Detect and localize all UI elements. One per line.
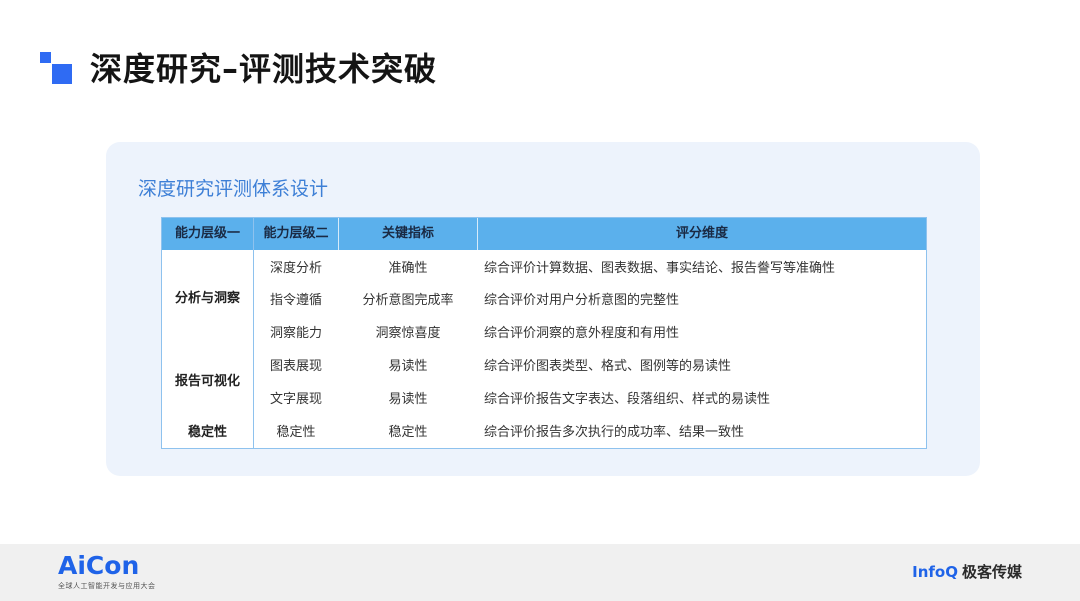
table-header-divider [338, 218, 339, 250]
table-cell-dimension: 综合评价对用户分析意图的完整性 [484, 293, 680, 308]
evaluation-table: 能力层级一 能力层级二 关键指标 评分维度 分析与洞察 报告可视化 稳定性 深度… [161, 217, 927, 449]
table-group-label: 稳定性 [187, 425, 227, 440]
aicon-logo-subtitle: 全球人工智能开发与应用大会 [58, 582, 156, 590]
table-cell-dimension: 综合评价报告文字表达、段落组织、样式的易读性 [484, 392, 771, 407]
table-cell-dimension: 综合评价计算数据、图表数据、事实结论、报告誊写等准确性 [484, 261, 836, 276]
table-cell-metric: 易读性 [388, 359, 428, 374]
table-cell-level2: 稳定性 [276, 425, 316, 440]
table-header-cell-metric: 关键指标 [381, 226, 434, 241]
table-cell-metric: 洞察惊喜度 [375, 326, 441, 341]
card-title: 深度研究评测体系设计 [138, 178, 329, 200]
table-cell-level2: 指令遵循 [269, 293, 322, 308]
table-cell-dimension: 综合评价洞察的意外程度和有用性 [484, 326, 680, 341]
table-cell-level2: 图表展现 [269, 359, 322, 374]
title-mark-small-square [40, 52, 51, 63]
table-header-divider [477, 218, 478, 250]
table-header-cell-dimension: 评分维度 [675, 226, 728, 241]
table-cell-level2: 深度分析 [269, 261, 322, 276]
table-group-label: 分析与洞察 [174, 291, 240, 306]
table-group-label: 报告可视化 [174, 374, 240, 389]
table-header-cell-level2: 能力层级二 [263, 226, 329, 241]
table-cell-level2: 洞察能力 [269, 326, 322, 341]
footer-bar: AiCon 全球人工智能开发与应用大会 InfoQ 极客传媒 [0, 544, 1080, 601]
infoq-logo-brand: InfoQ [912, 563, 958, 581]
table-cell-metric: 准确性 [388, 261, 428, 276]
content-card: 深度研究评测体系设计 能力层级一 能力层级二 关键指标 评分维度 分析与洞察 报… [106, 142, 980, 476]
aicon-logo: AiCon 全球人工智能开发与应用大会 [58, 552, 156, 591]
aicon-logo-text: AiCon [58, 551, 140, 580]
table-cell-level2: 文字展现 [269, 392, 322, 407]
table-cell-dimension: 综合评价报告多次执行的成功率、结果一致性 [484, 425, 745, 440]
title-mark-large-square [52, 64, 72, 84]
table-cell-metric: 分析意图完成率 [362, 293, 454, 308]
title-logo-mark [40, 52, 72, 84]
table-header-cell-level1: 能力层级一 [174, 226, 240, 241]
infoq-logo-name: 极客传媒 [961, 563, 1022, 581]
table-cell-metric: 易读性 [388, 392, 428, 407]
table-cell-dimension: 综合评价图表类型、格式、图例等的易读性 [484, 359, 732, 374]
table-cell-metric: 稳定性 [388, 425, 428, 440]
page-title: 深度研究–评测技术突破 [90, 50, 438, 88]
infoq-logo: InfoQ 极客传媒 [912, 561, 1022, 583]
